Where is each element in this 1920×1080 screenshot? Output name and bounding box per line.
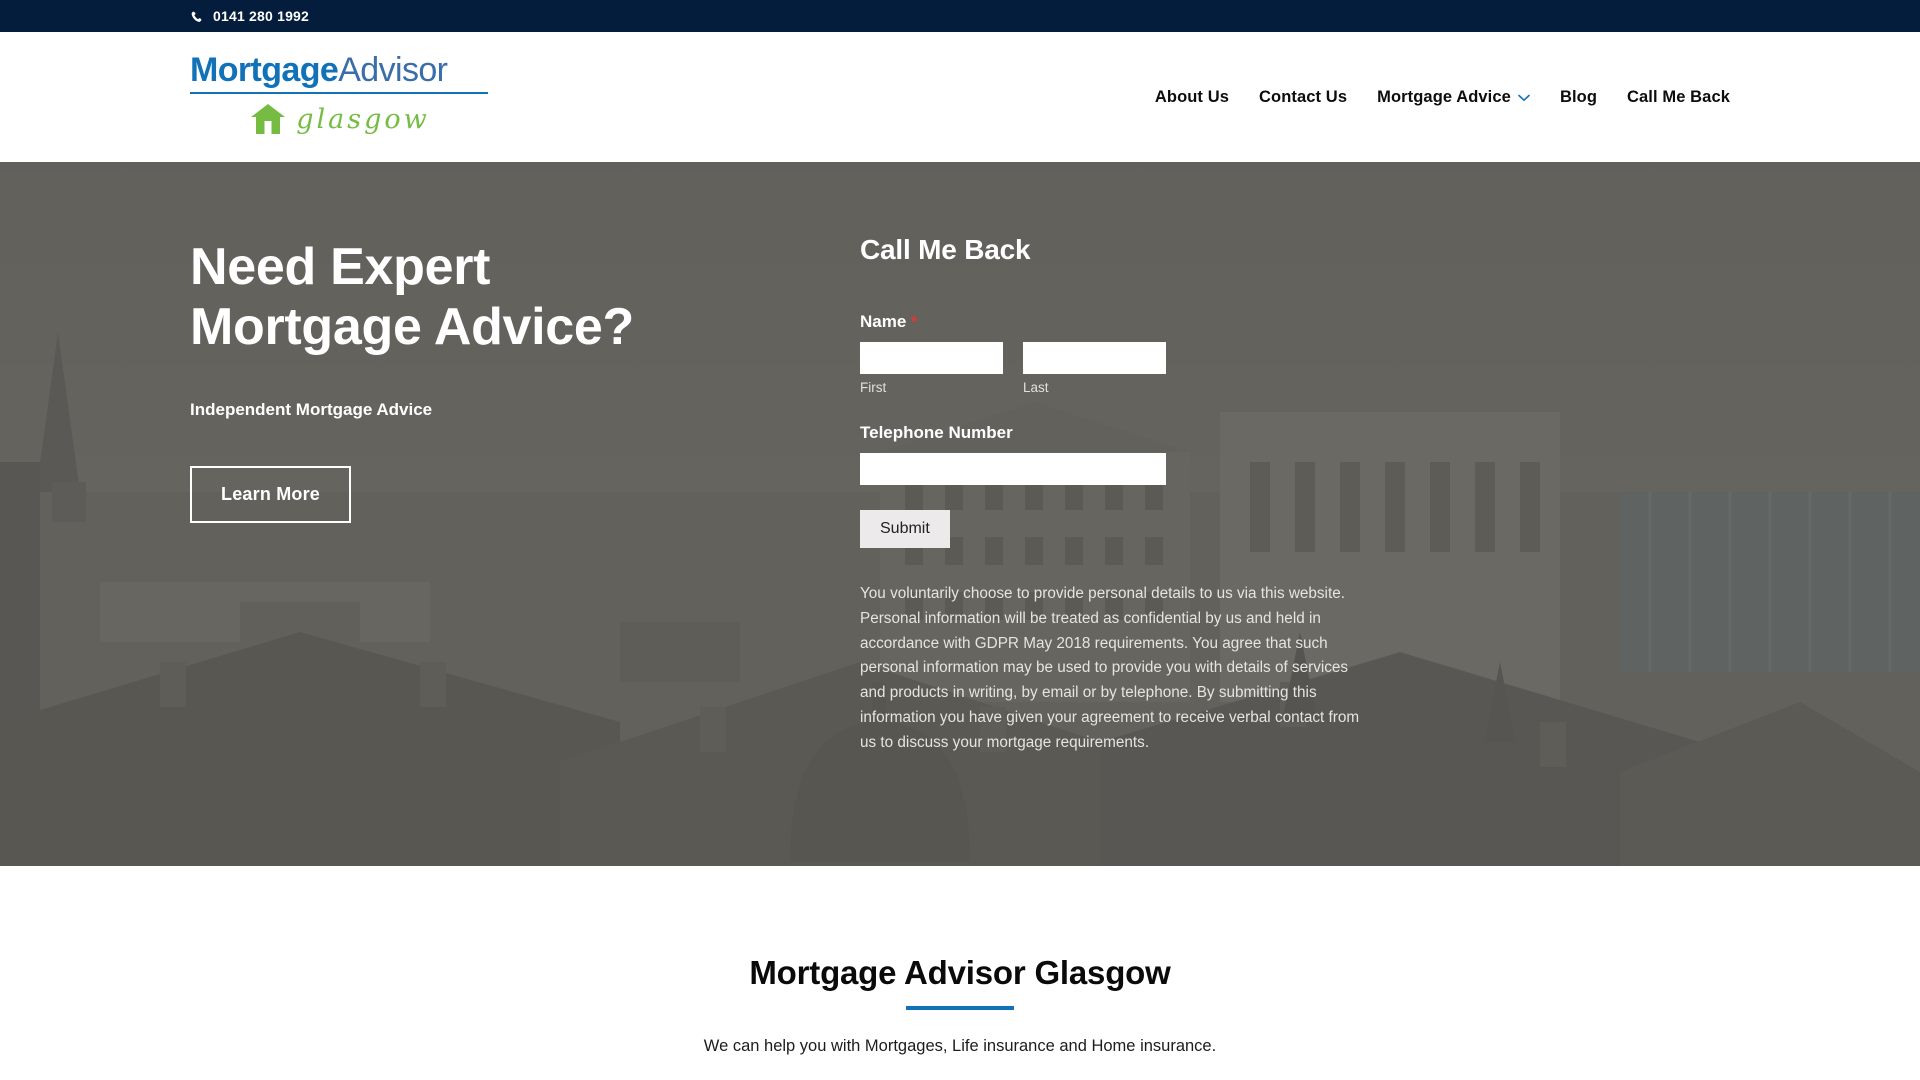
nav-label: Contact Us (1259, 87, 1348, 106)
callback-form-title: Call Me Back (860, 234, 1031, 265)
first-name-input[interactable] (860, 342, 1003, 374)
logo-word-advisor: Advisor (338, 51, 448, 89)
submit-button[interactable]: Submit (860, 510, 950, 548)
phone-number: 0141 280 1992 (213, 8, 310, 24)
telephone-input[interactable] (860, 453, 1166, 485)
required-asterisk: * (911, 314, 918, 331)
phone-icon (190, 9, 204, 24)
name-label-text: Name (860, 312, 907, 331)
nav-item-about-us[interactable]: About Us (1155, 88, 1229, 107)
nav-label: About Us (1154, 87, 1229, 106)
nav-label: Blog (1559, 87, 1597, 106)
hero-subheading: Independent Mortgage Advice (190, 399, 433, 419)
last-name-input[interactable] (1023, 342, 1166, 374)
house-icon (250, 102, 286, 136)
nav-item-call-me-back[interactable]: Call Me Back (1627, 88, 1730, 107)
nav-item-contact-us[interactable]: Contact Us (1259, 88, 1347, 107)
chevron-down-icon (1518, 88, 1530, 107)
logo-divider (190, 92, 488, 94)
site-header: MortgageAdvisor glasgow About Us Contact… (0, 32, 1920, 162)
nav-item-blog[interactable]: Blog (1560, 88, 1597, 107)
learn-more-button[interactable]: Learn More (190, 465, 352, 523)
site-logo[interactable]: MortgageAdvisor glasgow (190, 53, 490, 141)
nav-item-mortgage-advice[interactable]: Mortgage Advice (1377, 88, 1530, 107)
top-contact-bar: 0141 280 1992 (0, 0, 1920, 32)
nav-label: Call Me Back (1627, 87, 1730, 106)
logo-glasgow-row: glasgow (190, 97, 490, 141)
phone-link[interactable]: 0141 280 1992 (190, 8, 309, 24)
last-name-sublabel: Last (1023, 380, 1049, 395)
name-fields-row: First Last (860, 342, 1420, 395)
gdpr-notice: You voluntarily choose to provide person… (860, 585, 1360, 751)
intro-paragraph: We can help you with Mortgages, Life ins… (703, 1037, 1217, 1055)
main-navigation: About Us Contact Us Mortgage Advice Blog… (1155, 88, 1730, 107)
hero-heading-line2: Mortgage Advice? (190, 298, 635, 357)
hero-section: Need Expert Mortgage Advice? Independent… (0, 162, 1920, 866)
logo-wordmark: MortgageAdvisor (190, 53, 490, 87)
intro-section: Mortgage Advisor Glasgow We can help you… (0, 866, 1920, 1080)
logo-script-glasgow: glasgow (296, 103, 430, 135)
nav-label: Mortgage Advice (1377, 87, 1511, 106)
hero-heading-line1: Need Expert (190, 238, 491, 296)
page-title: Mortgage Advisor Glasgow (749, 954, 1171, 991)
logo-word-mortgage: Mortgage (190, 51, 339, 89)
heading-underline (906, 1006, 1014, 1010)
name-label: Name * (860, 312, 1420, 332)
hero-heading: Need Expert Mortgage Advice? (190, 237, 760, 358)
telephone-label: Telephone Number (860, 423, 1013, 442)
first-name-sublabel: First (860, 380, 887, 395)
